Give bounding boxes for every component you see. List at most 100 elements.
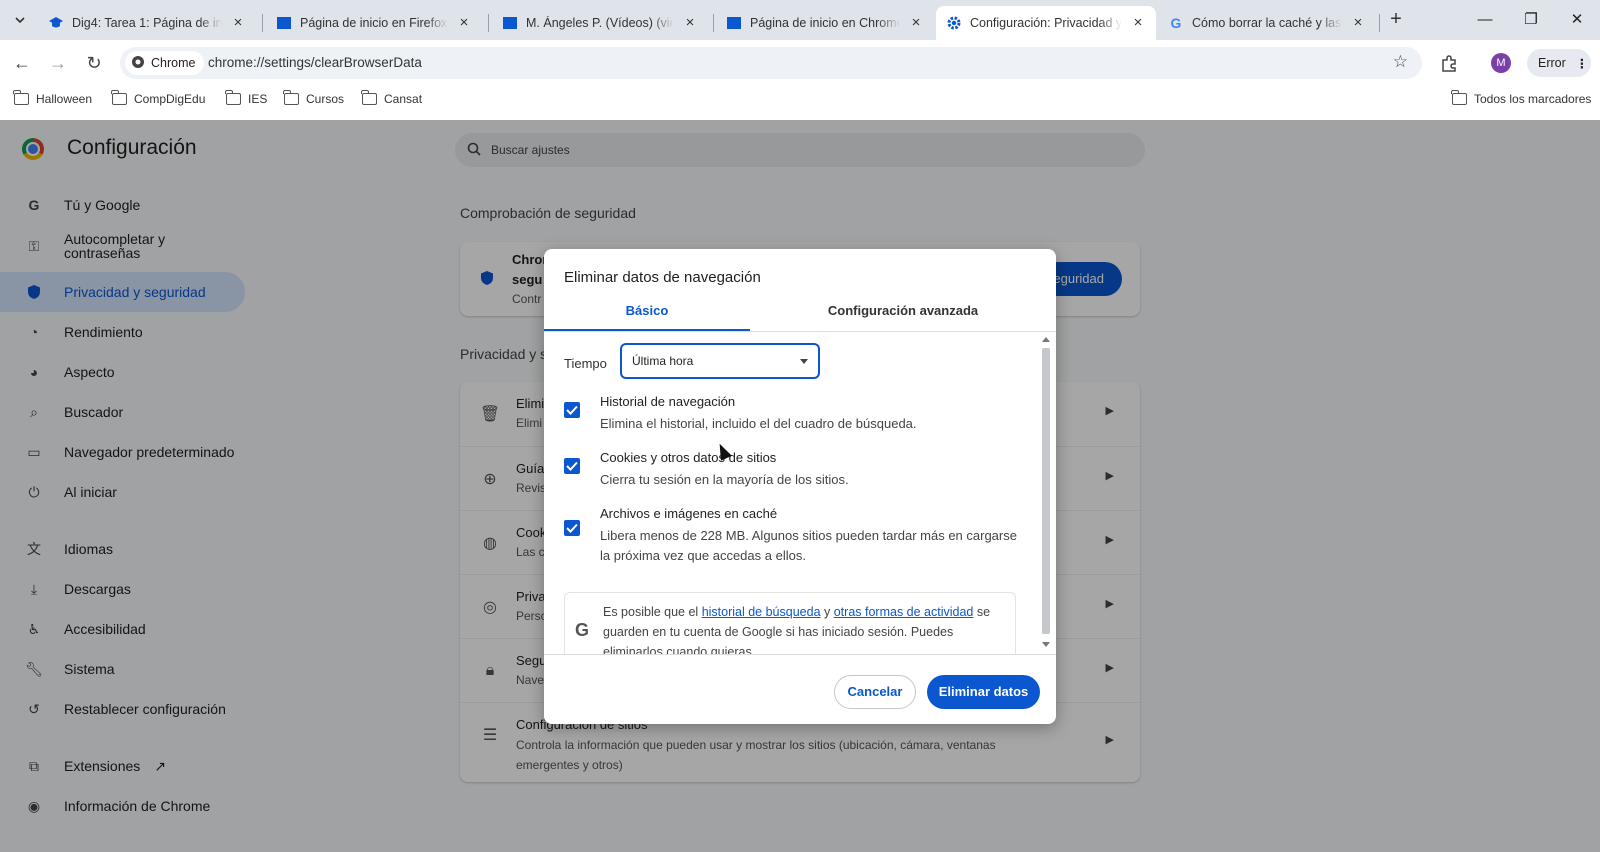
time-range-select[interactable]: Última hora (620, 343, 820, 379)
bookmark-folder-compdigedu[interactable]: CompDigEdu (111, 90, 205, 106)
bookmark-star-icon[interactable]: ☆ (1393, 52, 1408, 72)
clapperboard-icon (276, 15, 292, 31)
scroll-thumb[interactable] (1042, 348, 1050, 634)
back-arrow-icon[interactable]: ← (8, 49, 36, 77)
all-bookmarks-button[interactable]: Todos los marcadores (1451, 90, 1592, 106)
site-info-chip[interactable]: Chrome (125, 51, 205, 75)
bookmark-label: IES (248, 92, 268, 106)
bookmark-label: Todos los marcadores (1474, 92, 1592, 106)
tab-firefox[interactable]: Página de inicio en Firefox | Firefox × (266, 6, 482, 40)
close-tab-icon[interactable]: × (1130, 15, 1146, 31)
error-label: Error (1538, 56, 1566, 70)
other-activity-link[interactable]: otras formas de actividad (834, 605, 974, 619)
folder-icon (225, 90, 241, 105)
tab-search-chevron-icon[interactable] (8, 8, 32, 32)
google-g-icon: G (1170, 15, 1182, 31)
chip-label: Chrome (151, 56, 196, 70)
scroll-down-arrow-icon[interactable] (1042, 642, 1050, 647)
tab-strip: Dig4: Tarea 1: Página de inicio × Página… (0, 0, 1600, 40)
dropdown-caret-icon (800, 358, 808, 364)
tab-separator (262, 14, 263, 32)
bookmark-folder-cursos[interactable]: Cursos (283, 90, 345, 106)
folder-icon (361, 90, 377, 105)
tab-title: Página de inicio en Firefox | Firefox (300, 16, 448, 30)
bookmark-folder-cansat[interactable]: Cansat (361, 90, 422, 106)
dialog-body: Tiempo Última hora Historial de navegaci… (544, 332, 1056, 654)
bookmarks-bar: Halloween CompDigEdu IES Cursos Cansat T… (0, 86, 1600, 120)
kebab-menu-icon: ⋮ (1575, 56, 1589, 71)
graduation-cap-icon (48, 15, 64, 31)
option-cookies: Cookies y otros datos de sitios Cierra t… (564, 450, 1034, 498)
tab-separator (488, 14, 489, 32)
clapperboard-icon (726, 15, 742, 31)
option-desc: Elimina el historial, incluido el del cu… (600, 416, 917, 431)
info-text-part: y (820, 605, 834, 619)
close-tab-icon[interactable]: × (456, 15, 472, 31)
close-tab-icon[interactable]: × (908, 15, 924, 31)
clapperboard-icon (502, 15, 518, 31)
google-g-icon: G (575, 620, 590, 640)
delete-data-button[interactable]: Eliminar datos (927, 675, 1040, 709)
gear-icon (946, 15, 962, 31)
google-account-info-box: G Es posible que el historial de búsqued… (564, 592, 1016, 654)
bookmark-label: Cursos (306, 92, 345, 106)
bookmark-folder-halloween[interactable]: Halloween (13, 90, 93, 106)
bookmark-folder-ies[interactable]: IES (225, 90, 268, 106)
close-tab-icon[interactable]: × (682, 15, 698, 31)
option-desc: Cierra tu sesión en la mayoría de los si… (600, 472, 849, 487)
info-text: Es posible que el historial de búsqueda … (603, 602, 1008, 654)
tab-title: Cómo borrar la caché y las cookies (1192, 16, 1342, 30)
tab-videos[interactable]: M. Ángeles P. (Vídeos) (videos) × (492, 6, 708, 40)
tab-google-search[interactable]: G Cómo borrar la caché y las cookies × (1158, 6, 1376, 40)
restore-icon[interactable]: ❐ (1516, 6, 1546, 34)
close-tab-icon[interactable]: × (230, 15, 246, 31)
folder-icon (283, 90, 299, 105)
url-text[interactable]: chrome://settings/clearBrowserData (208, 55, 422, 70)
option-title: Cookies y otros datos de sitios (600, 450, 777, 465)
cancel-button[interactable]: Cancelar (834, 675, 916, 709)
tab-separator (713, 14, 714, 32)
toolbar: ← → ↻ Chrome chrome://settings/clearBrow… (0, 40, 1600, 86)
folder-icon (1451, 90, 1467, 105)
dialog-scrollbar[interactable] (1040, 332, 1052, 654)
forward-arrow-icon[interactable]: → (44, 49, 72, 77)
bookmark-label: Halloween (36, 92, 93, 106)
tab-separator (1379, 14, 1380, 32)
cache-checkbox[interactable] (564, 520, 580, 536)
tab-title: Configuración: Privacidad y seguridad (970, 16, 1122, 30)
tab-title: M. Ángeles P. (Vídeos) (videos) (526, 16, 674, 30)
info-text-part: Es posible que el (603, 605, 702, 619)
clear-browsing-data-dialog: Eliminar datos de navegación Básico Conf… (544, 249, 1056, 724)
profile-avatar[interactable]: M (1491, 53, 1511, 73)
tab-dig4[interactable]: Dig4: Tarea 1: Página de inicio × (38, 6, 256, 40)
tab-advanced[interactable]: Configuración avanzada (750, 298, 1056, 332)
time-range-value: Última hora (632, 354, 694, 368)
option-desc: Libera menos de 228 MB. Algunos sitios p… (600, 528, 1017, 563)
folder-icon (111, 90, 127, 105)
extensions-puzzle-icon[interactable] (1437, 52, 1461, 76)
tab-chrome-home[interactable]: Página de inicio en Chrome | Chrome × (716, 6, 934, 40)
option-history: Historial de navegación Elimina el histo… (564, 394, 1034, 442)
minimize-icon[interactable]: — (1470, 6, 1500, 34)
option-title: Historial de navegación (600, 394, 736, 409)
dialog-footer-divider (544, 654, 1056, 655)
chrome-icon (131, 55, 145, 72)
scroll-up-arrow-icon[interactable] (1042, 337, 1050, 342)
cookies-checkbox[interactable] (564, 458, 580, 474)
time-range-label: Tiempo (564, 356, 607, 371)
dialog-title: Eliminar datos de navegación (564, 269, 761, 286)
close-tab-icon[interactable]: × (1350, 15, 1366, 31)
close-window-icon[interactable]: ✕ (1562, 6, 1592, 34)
new-tab-button[interactable]: + (1384, 8, 1408, 32)
search-history-link[interactable]: historial de búsqueda (702, 605, 821, 619)
address-bar[interactable]: Chrome chrome://settings/clearBrowserDat… (120, 47, 1422, 79)
tab-settings-active[interactable]: Configuración: Privacidad y seguridad × (936, 6, 1156, 40)
tab-basic[interactable]: Básico (544, 298, 750, 332)
option-cache: Archivos e imágenes en caché Libera meno… (564, 506, 1034, 574)
tab-title: Dig4: Tarea 1: Página de inicio (72, 16, 222, 30)
option-title: Archivos e imágenes en caché (600, 506, 778, 521)
reload-icon[interactable]: ↻ (80, 49, 108, 77)
history-checkbox[interactable] (564, 402, 580, 418)
error-menu-button[interactable]: Error ⋮ (1527, 49, 1591, 77)
folder-icon (13, 90, 29, 105)
